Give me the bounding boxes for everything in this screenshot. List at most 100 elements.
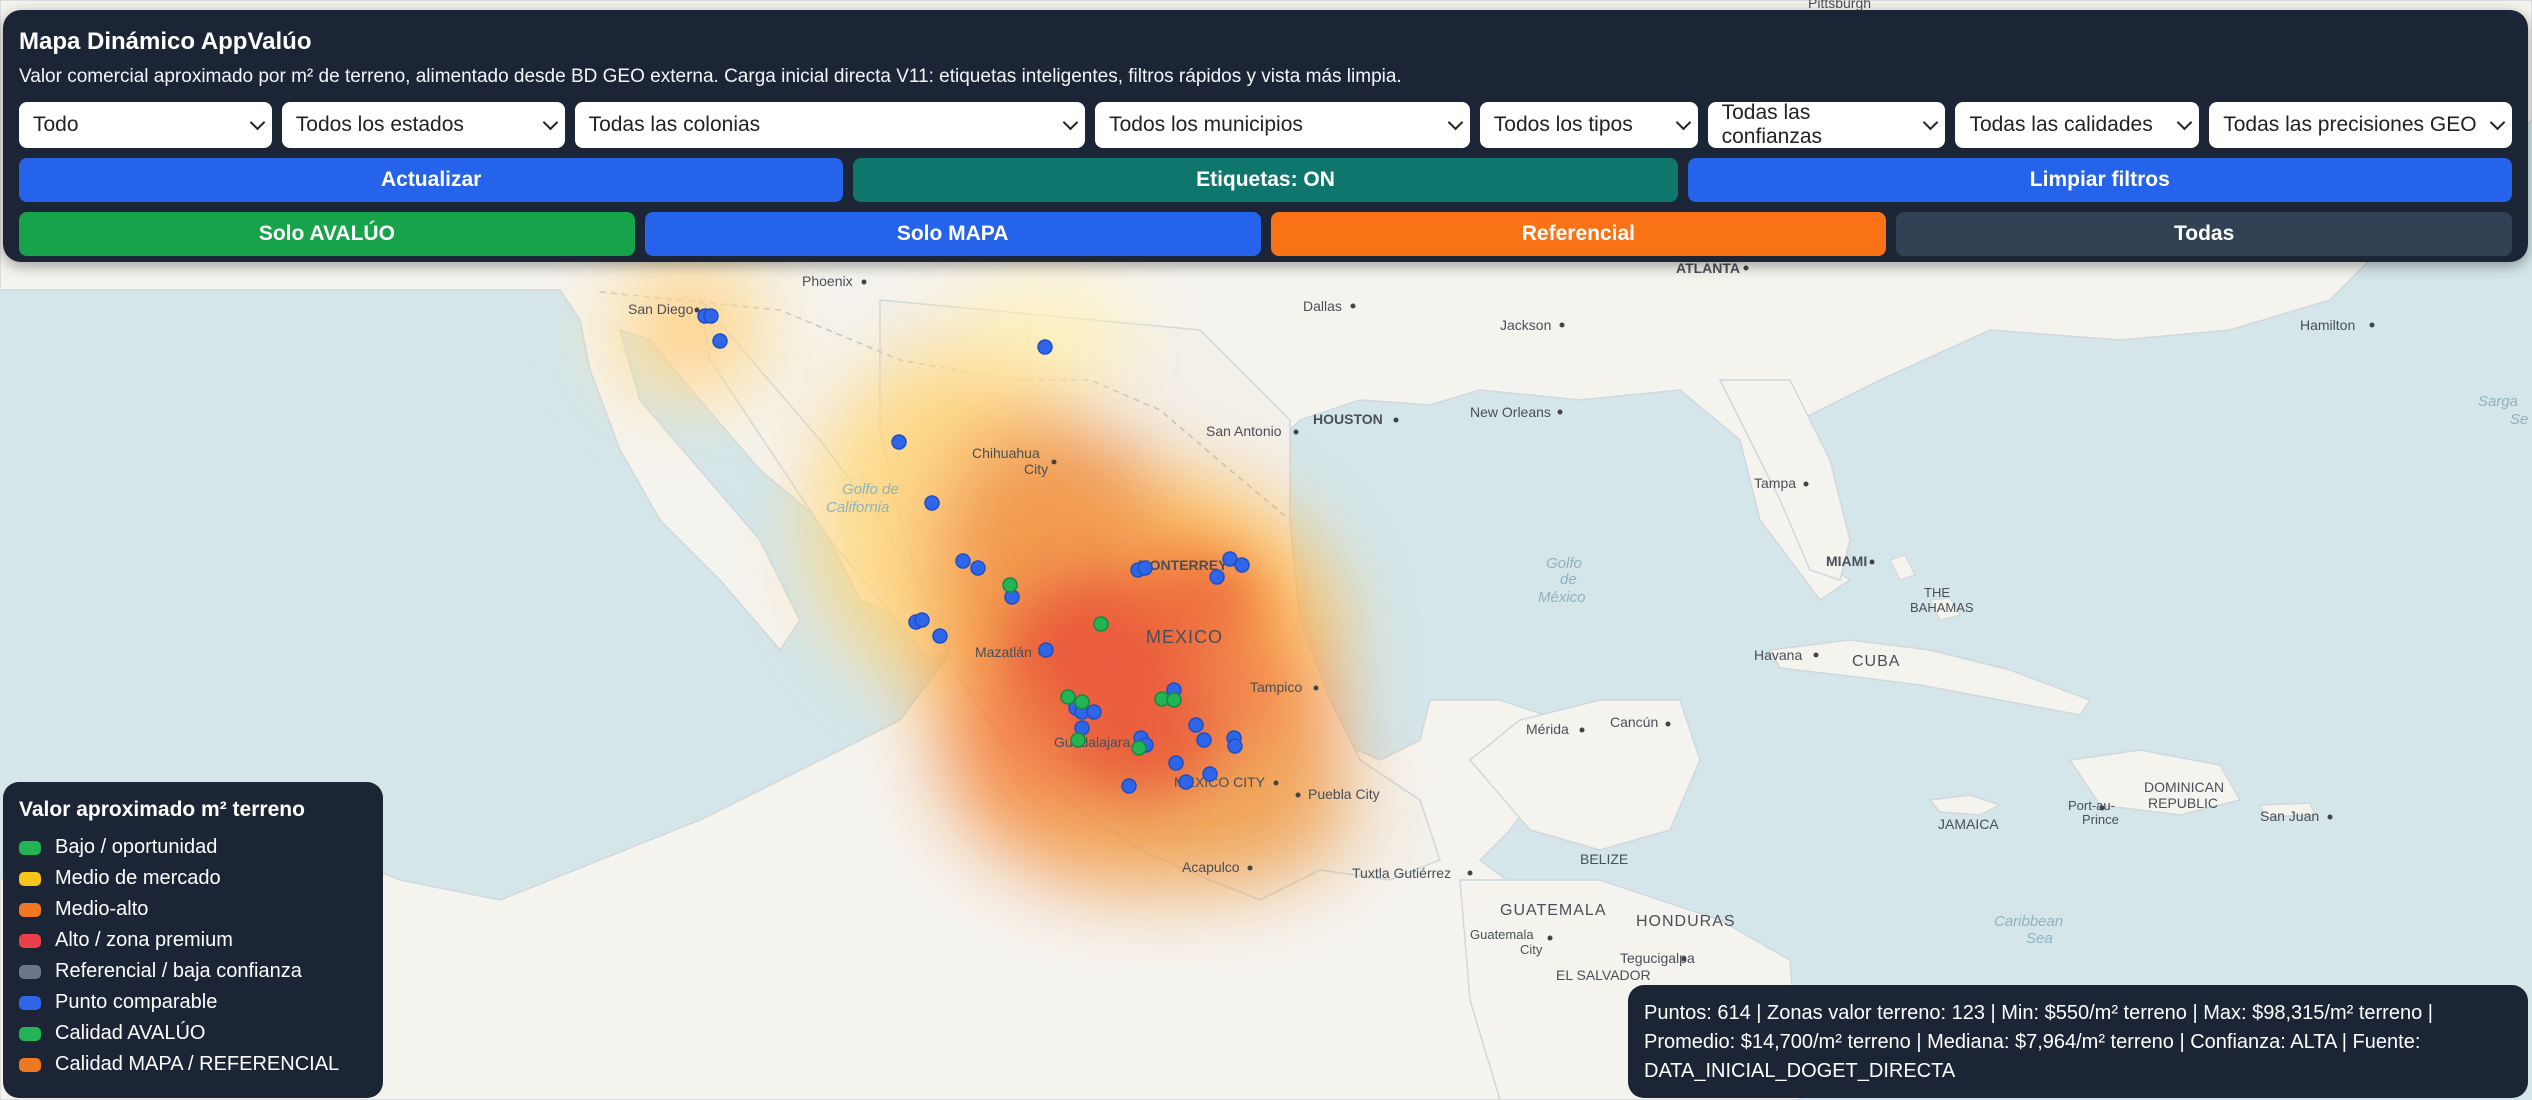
map-point[interactable] bbox=[1037, 339, 1053, 355]
map-point[interactable] bbox=[891, 434, 907, 450]
map-point[interactable] bbox=[932, 628, 948, 644]
map-point[interactable] bbox=[712, 333, 728, 349]
label-tampa: Tampa bbox=[1754, 475, 1796, 491]
map-point[interactable] bbox=[924, 495, 940, 511]
geo-precision-select-value: Todas las precisiones GEO bbox=[2223, 113, 2477, 136]
label-san-diego: San Diego bbox=[628, 301, 694, 317]
chevron-down-icon bbox=[1447, 114, 1464, 131]
label-tuxtla: Tuxtla Gutiérrez bbox=[1352, 865, 1451, 881]
legend-swatch bbox=[19, 902, 41, 917]
map-point[interactable] bbox=[1038, 642, 1054, 658]
label-merida: Mérida bbox=[1526, 721, 1569, 737]
label-golfo-2: de bbox=[1560, 571, 1577, 588]
label-dominican-2: REPUBLIC bbox=[2148, 795, 2218, 811]
label-honduras: HONDURAS bbox=[1636, 913, 1736, 930]
map-point[interactable] bbox=[1209, 569, 1225, 585]
quality-select[interactable]: Todas las calidades bbox=[1955, 102, 2200, 148]
label-acapulco: Acapulco bbox=[1182, 859, 1240, 875]
map-point[interactable] bbox=[1060, 689, 1076, 705]
refresh-button[interactable]: Actualizar bbox=[19, 158, 844, 202]
municipality-select[interactable]: Todos los municipios bbox=[1095, 102, 1470, 148]
label-port-au-prince-2: Prince bbox=[2082, 812, 2119, 827]
map-point[interactable] bbox=[1086, 704, 1102, 720]
type-select-value: Todo bbox=[33, 113, 79, 136]
label-jamaica: JAMAICA bbox=[1938, 816, 1999, 832]
chevron-down-icon bbox=[1923, 114, 1939, 131]
labels-toggle-button[interactable]: Etiquetas: ON bbox=[853, 158, 1678, 202]
legend-label: Medio-alto bbox=[55, 898, 149, 920]
label-dallas: Dallas bbox=[1303, 298, 1342, 314]
solo-mapa-button[interactable]: Solo MAPA bbox=[644, 212, 1261, 256]
legend-item: Calidad MAPA / REFERENCIAL bbox=[19, 1049, 367, 1080]
legend-item: Bajo / oportunidad bbox=[19, 832, 367, 863]
colony-select-value: Todas las colonias bbox=[588, 113, 761, 136]
type-select[interactable]: Todo bbox=[19, 102, 272, 148]
label-el-salvador: EL SALVADOR bbox=[1556, 967, 1651, 983]
chevron-down-icon bbox=[249, 114, 266, 131]
label-phoenix: Phoenix bbox=[802, 273, 853, 289]
map-point[interactable] bbox=[1002, 577, 1018, 593]
map-point[interactable] bbox=[1234, 557, 1250, 573]
page-title: Mapa Dinámico AppValúo bbox=[19, 28, 312, 55]
label-bahamas-2: BAHAMAS bbox=[1910, 600, 1974, 615]
map-point[interactable] bbox=[1093, 616, 1109, 632]
map-point[interactable] bbox=[970, 560, 986, 576]
map-point[interactable] bbox=[1196, 732, 1212, 748]
label-sargasso-1: Sarga bbox=[2478, 393, 2518, 410]
map-point[interactable] bbox=[1070, 732, 1086, 748]
label-caribbean-1: Caribbean bbox=[1994, 913, 2063, 930]
map-point[interactable] bbox=[1131, 740, 1147, 756]
map-point[interactable] bbox=[914, 612, 930, 628]
confidence-select[interactable]: Todas las confianzas bbox=[1707, 101, 1946, 148]
map-point[interactable] bbox=[1166, 692, 1182, 708]
map-point[interactable] bbox=[955, 553, 971, 569]
label-bahamas-1: THE bbox=[1924, 585, 1950, 600]
label-golfo-3: México bbox=[1538, 589, 1586, 606]
label-cancun: Cancún bbox=[1610, 714, 1658, 730]
label-chihuahua-2: City bbox=[1024, 461, 1048, 477]
label-havana: Havana bbox=[1754, 647, 1802, 663]
referencial-button[interactable]: Referencial bbox=[1270, 212, 1887, 256]
label-tampico: Tampico bbox=[1250, 679, 1302, 695]
map-point[interactable] bbox=[1074, 694, 1090, 710]
legend-item: Punto comparable bbox=[19, 987, 367, 1018]
legend-item: Calidad AVALÚO bbox=[19, 1018, 367, 1049]
map-point[interactable] bbox=[1121, 778, 1137, 794]
map-point[interactable] bbox=[1178, 774, 1194, 790]
stats-line: DATA_INICIAL_DOGET_DIRECTA bbox=[1644, 1060, 1956, 1082]
label-golfo-california-2: California bbox=[826, 499, 889, 516]
legend-label: Referencial / baja confianza bbox=[55, 960, 302, 982]
action-row: Actualizar Etiquetas: ON Limpiar filtros bbox=[19, 158, 2512, 202]
legend-label: Punto comparable bbox=[55, 991, 218, 1013]
property-type-select[interactable]: Todos los tipos bbox=[1479, 102, 1698, 148]
map-point[interactable] bbox=[703, 308, 719, 324]
chevron-down-icon bbox=[2489, 114, 2506, 131]
geo-precision-select[interactable]: Todas las precisiones GEO bbox=[2209, 102, 2512, 148]
legend-label: Calidad AVALÚO bbox=[55, 1022, 206, 1044]
label-guatemala: GUATEMALA bbox=[1500, 902, 1607, 919]
todas-button[interactable]: Todas bbox=[1896, 212, 2512, 256]
legend-swatch bbox=[19, 933, 41, 948]
legend-item: Medio-alto bbox=[19, 894, 367, 925]
label-golfo-california-1: Golfo de bbox=[842, 481, 899, 498]
chevron-down-icon bbox=[1062, 114, 1079, 131]
confidence-select-value: Todas las confianzas bbox=[1721, 101, 1823, 148]
clear-filters-button[interactable]: Limpiar filtros bbox=[1687, 158, 2512, 202]
map-point[interactable] bbox=[1188, 717, 1204, 733]
label-san-juan: San Juan bbox=[2260, 808, 2319, 824]
legend-label: Medio de mercado bbox=[55, 867, 221, 889]
map-point[interactable] bbox=[1202, 766, 1218, 782]
state-select[interactable]: Todos los estados bbox=[281, 102, 565, 148]
label-cuba: CUBA bbox=[1852, 653, 1900, 670]
map-point[interactable] bbox=[1137, 560, 1153, 576]
map-point[interactable] bbox=[1227, 738, 1243, 754]
map-point[interactable] bbox=[1168, 755, 1184, 771]
solo-avaluo-button[interactable]: Solo AVALÚO bbox=[19, 212, 635, 256]
stats-line: Puntos: 614 | Zonas valor terreno: 123 |… bbox=[1644, 1002, 2433, 1024]
legend-swatch bbox=[19, 1026, 41, 1041]
stats-line: Promedio: $14,700/m² terreno | Mediana: … bbox=[1644, 1031, 2421, 1053]
label-miami: MIAMI bbox=[1826, 553, 1867, 569]
label-guatemala-city-2: City bbox=[1520, 942, 1543, 957]
quality-select-value: Todas las calidades bbox=[1969, 113, 2153, 136]
colony-select[interactable]: Todas las colonias bbox=[574, 102, 1086, 148]
